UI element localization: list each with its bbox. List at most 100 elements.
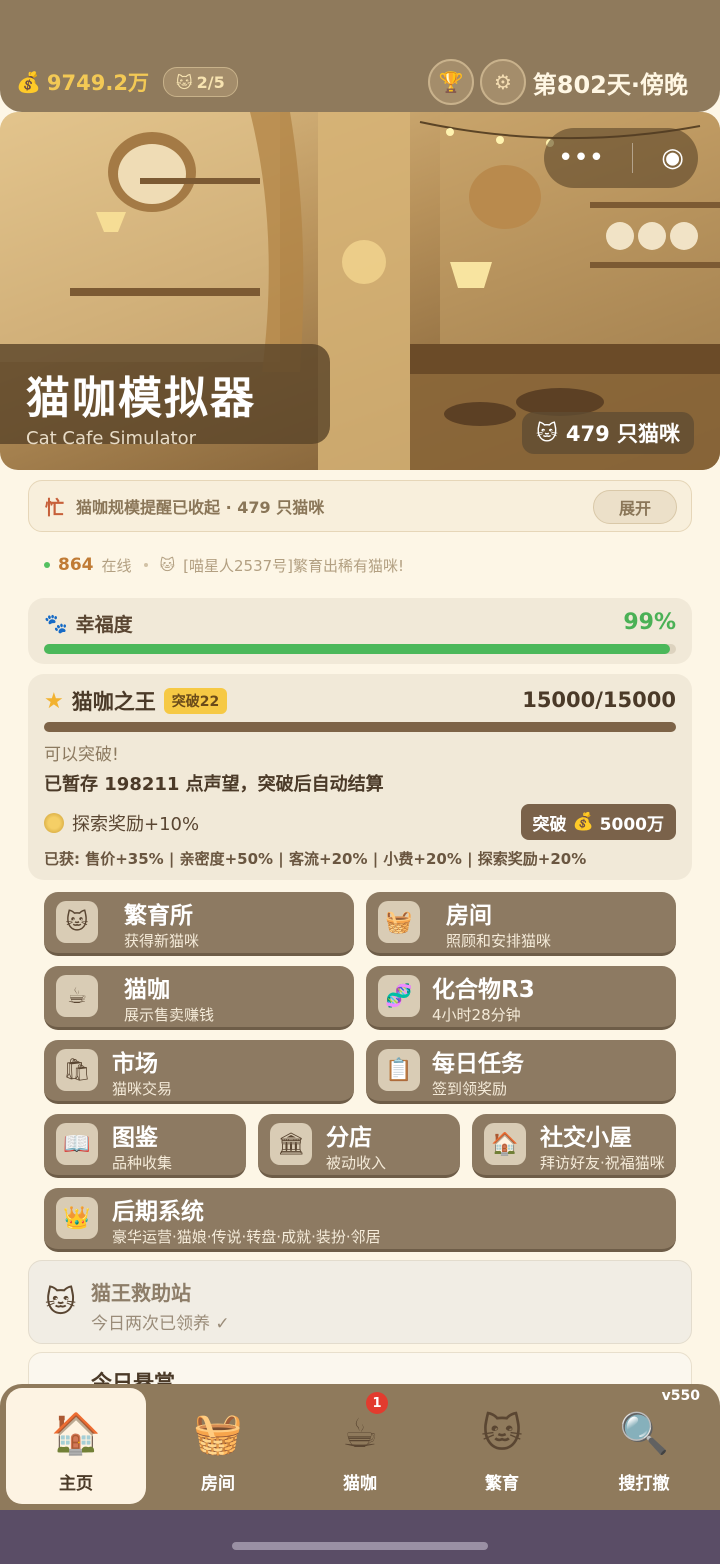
settings-button[interactable]: ⚙: [480, 59, 526, 105]
cat-face-icon: 🐱: [175, 72, 193, 92]
king-title: 猫咖之王: [71, 690, 156, 714]
tile-subtitle: 4小时28分钟: [432, 1006, 521, 1024]
tile-title: 市场: [112, 1051, 158, 1077]
cat-bed-icon: 🧺: [193, 1411, 243, 1457]
dna-icon: 🧬: [378, 975, 420, 1017]
nav-room[interactable]: 🧺 房间: [148, 1388, 288, 1504]
broadcast-text: [喵星人2537号]繁育出稀有猫咪!: [183, 556, 405, 575]
king-header: ★ 猫咖之王 突破22: [44, 686, 228, 716]
book-icon: 📖: [56, 1123, 98, 1165]
menu-tile-catalog[interactable]: 📖 图鉴 品种收集: [44, 1114, 246, 1178]
menu-tile-breeding[interactable]: 🐱 繁育所 获得新猫咪: [44, 892, 354, 956]
can-break-text: 可以突破!: [44, 745, 119, 765]
nav-label: 猫咖: [343, 1474, 377, 1494]
house-icon: 🏠: [51, 1411, 101, 1457]
game-title: 猫咖模拟器: [26, 373, 256, 424]
cafe-king-card: ★ 猫咖之王 突破22 15000/15000 可以突破! 已暂存 198211…: [28, 674, 692, 880]
total-cats-count: 479 只猫咪: [565, 422, 680, 446]
king-progress-fill: [44, 722, 676, 732]
clipboard-icon: 📋: [378, 1049, 420, 1091]
nav-home[interactable]: 🏠 主页: [6, 1388, 146, 1504]
break-cost: 5000万: [599, 814, 664, 835]
online-dot: [44, 562, 50, 568]
money-amount: 9749.2万: [46, 71, 149, 95]
cat-bed-icon: 🧺: [378, 901, 420, 943]
online-count: 864: [58, 555, 94, 575]
scale-notice-bar: 忙 猫咖规模提醒已收起 · 479 只猫咪 展开: [28, 480, 692, 532]
online-ticker: 864 在线 🐱 [喵星人2537号]繁育出稀有猫咪!: [44, 552, 404, 578]
nav-cafe[interactable]: ☕ 猫咖 1: [290, 1388, 430, 1504]
bottom-navigation: 🏠 主页 🧺 房间 ☕ 猫咖 1 🐱 繁育 🔍 搜打撤 v550: [0, 1384, 720, 1510]
expand-button[interactable]: 展开: [593, 490, 677, 524]
nav-label: 繁育: [485, 1474, 519, 1494]
nav-label: 房间: [201, 1474, 235, 1494]
tile-title: 每日任务: [432, 1051, 524, 1077]
nav-label: 主页: [59, 1474, 93, 1494]
happiness-title: 🐾 幸福度: [44, 610, 133, 637]
magnifier-map-icon: 🔍: [619, 1411, 669, 1457]
tile-title: 图鉴: [112, 1125, 158, 1151]
happiness-progress-bar: [44, 644, 676, 654]
tile-title: 繁育所: [124, 903, 193, 929]
top-status-bar: 💰 9749.2万 🐱 2/5 🏆 ⚙ 第802天·傍晚: [0, 0, 720, 112]
happiness-card: 🐾 幸福度 99%: [28, 598, 692, 664]
menu-tile-daily-tasks[interactable]: 📋 每日任务 签到领奖励: [366, 1040, 676, 1104]
menu-tile-late-game[interactable]: 👑 后期系统 豪华运营·猫娘·传说·转盘·成就·装扮·邻居: [44, 1188, 676, 1252]
cat-couple-icon: 🐱: [481, 1411, 523, 1457]
notice-text: 猫咖规模提醒已收起 · 479 只猫咪: [76, 498, 325, 517]
settings-gear-icon: ⚙: [494, 70, 512, 94]
system-home-area: [0, 1510, 720, 1564]
menu-tile-compound[interactable]: 🧬 化合物R3 4小时28分钟: [366, 966, 676, 1030]
menu-tile-branch[interactable]: 🏛 分店 被动收入: [258, 1114, 460, 1178]
notification-badge: 1: [366, 1392, 388, 1414]
breakthrough-button[interactable]: 突破 💰 5000万: [520, 804, 676, 840]
menu-tile-social[interactable]: 🏠 社交小屋 拜访好友·祝福猫咪: [472, 1114, 676, 1178]
nav-explore[interactable]: 🔍 搜打撤: [574, 1388, 714, 1504]
king-progress-bar: [44, 722, 676, 732]
miniprogram-capsule: ••• ◉: [544, 128, 698, 188]
cafe-hero-banner: ••• ◉ 猫咖模拟器 Cat Cafe Simulator 🐱 479 只猫咪: [0, 112, 720, 470]
tile-title: 猫咖: [124, 977, 170, 1003]
happiness-value: 99%: [623, 610, 676, 635]
close-circle-icon[interactable]: ◉: [661, 143, 684, 173]
coin-icon: [44, 813, 64, 833]
tile-title: 房间: [446, 903, 492, 929]
trophy-icon: 🏆: [438, 70, 464, 94]
tile-subtitle: 豪华运营·猫娘·传说·转盘·成就·装扮·邻居: [112, 1228, 381, 1246]
menu-tile-room[interactable]: 🧺 房间 照顾和安排猫咪: [366, 892, 676, 956]
menu-tile-cafe[interactable]: ☕ 猫咖 展示售卖赚钱: [44, 966, 354, 1030]
rescue-title: 猫王救助站: [91, 1281, 191, 1305]
tile-title: 化合物R3: [432, 977, 535, 1003]
paw-icon: 🐾: [44, 613, 68, 635]
trophy-button[interactable]: 🏆: [428, 59, 474, 105]
breakthrough-tag: 突破22: [163, 688, 228, 714]
menu-tile-market[interactable]: 🛍 市场 猫咪交易: [44, 1040, 354, 1104]
shopping-bag-icon: 🛍: [56, 1049, 98, 1091]
tile-subtitle: 拜访好友·祝福猫咪: [540, 1154, 665, 1172]
total-cats-badge: 🐱 479 只猫咪: [521, 412, 694, 454]
explore-bonus: 探索奖励+10%: [44, 810, 199, 836]
money-display: 💰 9749.2万 🐱 2/5: [16, 66, 238, 98]
cabin-icon: 🏠: [484, 1123, 526, 1165]
tile-title: 后期系统: [112, 1199, 204, 1225]
cat-slot-count: 2/5: [196, 72, 225, 92]
version-label: v550: [661, 1388, 700, 1404]
explore-bonus-text: 探索奖励+10%: [72, 814, 200, 835]
crown-icon: 👑: [56, 1197, 98, 1239]
day-time-label: 第802天·傍晚: [532, 70, 688, 99]
cat-couple-icon: 🐱: [56, 901, 98, 943]
gained-bonuses-text: 已获: 售价+35% | 亲密度+50% | 客流+20% | 小费+20% |…: [44, 850, 587, 868]
cat-face-icon: 🐱: [535, 421, 558, 445]
game-subtitle: Cat Cafe Simulator: [26, 428, 196, 449]
cat-king-rescue-station[interactable]: 🐱 猫王救助站 今日两次已领养 ✓: [28, 1260, 692, 1344]
tile-title: 社交小屋: [540, 1125, 632, 1151]
tile-subtitle: 获得新猫咪: [124, 932, 200, 950]
ticker-separator: [143, 563, 148, 567]
more-dots-icon[interactable]: •••: [558, 143, 604, 173]
nav-breeding[interactable]: 🐱 繁育: [432, 1388, 572, 1504]
busy-label: 忙: [45, 496, 65, 519]
nav-label: 搜打撤: [618, 1474, 670, 1494]
tile-subtitle: 照顾和安排猫咪: [446, 932, 552, 950]
home-indicator[interactable]: [232, 1542, 488, 1550]
cat-slot-pill[interactable]: 🐱 2/5: [162, 67, 238, 97]
